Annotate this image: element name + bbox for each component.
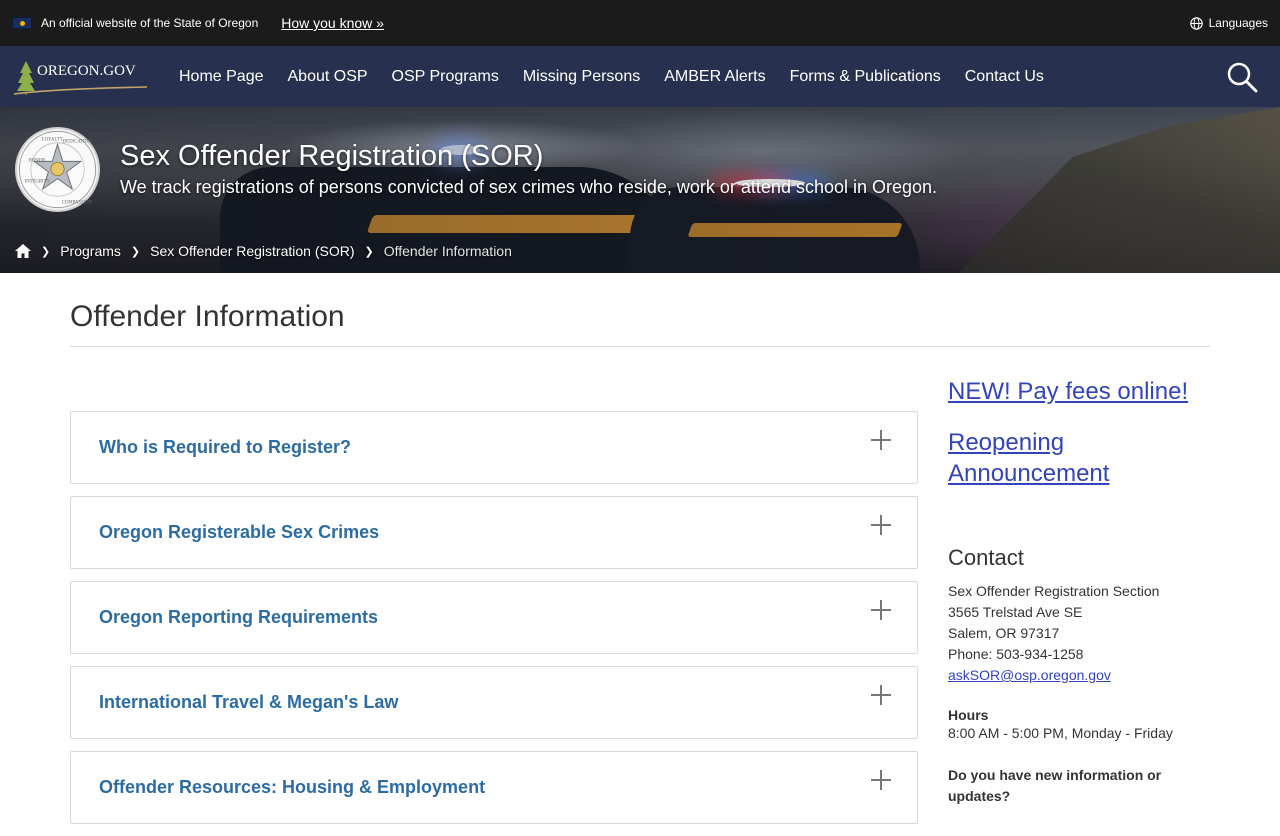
- svg-text:INTEGRITY: INTEGRITY: [25, 179, 51, 184]
- svg-text:HONOR: HONOR: [28, 158, 46, 163]
- hours-text: 8:00 AM - 5:00 PM, Monday - Friday: [948, 725, 1173, 741]
- accordion-item-reporting[interactable]: Oregon Reporting Requirements: [70, 581, 918, 654]
- updates-question: Do you have new information or updates?: [948, 767, 1162, 804]
- hero-banner: HONOR LOYALTY DEDICATION INTEGRITY COMPA…: [0, 107, 1280, 273]
- nav-amber-alerts[interactable]: AMBER Alerts: [652, 46, 777, 107]
- chevron-right-icon: ❯: [41, 245, 51, 258]
- how-you-know-link[interactable]: How you know »: [281, 15, 384, 31]
- breadcrumb-current: Offender Information: [383, 243, 512, 259]
- search-button[interactable]: [1224, 59, 1260, 95]
- breadcrumb-sor[interactable]: Sex Offender Registration (SOR): [150, 243, 354, 259]
- plus-icon: [871, 515, 891, 535]
- pay-fees-link[interactable]: NEW! Pay fees online!: [948, 376, 1210, 407]
- plus-icon: [871, 770, 891, 790]
- chevron-right-icon: ❯: [364, 245, 374, 258]
- nav-missing-persons[interactable]: Missing Persons: [511, 46, 652, 107]
- languages-button[interactable]: Languages: [1189, 16, 1268, 30]
- main-nav: OREGON.GOV Home Page About OSP OSP Progr…: [0, 46, 1280, 107]
- official-banner: An official website of the State of Oreg…: [0, 0, 1280, 46]
- hero-subtitle: We track registrations of persons convic…: [120, 177, 938, 197]
- chevron-right-icon: ❯: [130, 245, 141, 258]
- svg-text:OREGON.GOV: OREGON.GOV: [37, 63, 136, 79]
- tree-logo-icon: OREGON.GOV: [13, 60, 148, 95]
- svg-text:COMPASSION: COMPASSION: [62, 200, 93, 205]
- accordion-item-sex-crimes[interactable]: Oregon Registerable Sex Crimes: [70, 496, 918, 569]
- plus-icon: [871, 685, 891, 705]
- contact-line: Salem, OR 97317: [948, 625, 1060, 641]
- contact-phone: Phone: 503-934-1258: [948, 646, 1084, 662]
- oregon-gov-logo[interactable]: OREGON.GOV: [12, 57, 152, 97]
- accordion-item-resources[interactable]: Offender Resources: Housing & Employment: [70, 751, 918, 824]
- home-icon[interactable]: [15, 244, 31, 258]
- breadcrumb-programs[interactable]: Programs: [60, 243, 121, 259]
- contact-heading: Contact: [948, 545, 1024, 570]
- nav-menu: Home Page About OSP OSP Programs Missing…: [167, 46, 1056, 107]
- hero-title: Sex Offender Registration (SOR): [120, 140, 544, 172]
- nav-forms-publications[interactable]: Forms & Publications: [778, 46, 953, 107]
- official-text: An official website of the State of Oreg…: [41, 16, 259, 30]
- accordion-item-travel[interactable]: International Travel & Megan's Law: [70, 666, 918, 739]
- nav-osp-programs[interactable]: OSP Programs: [380, 46, 511, 107]
- accordion-label: International Travel & Megan's Law: [99, 692, 399, 712]
- contact-line: Sex Offender Registration Section: [948, 583, 1160, 599]
- contact-line: 3565 Trelstad Ave SE: [948, 604, 1083, 620]
- nav-about-osp[interactable]: About OSP: [276, 46, 380, 107]
- accordion-label: Offender Resources: Housing & Employment: [99, 777, 486, 797]
- accordion-label: Who is Required to Register?: [99, 437, 352, 457]
- reopening-link[interactable]: Reopening Announcement: [948, 427, 1210, 489]
- accordion-label: Oregon Registerable Sex Crimes: [99, 522, 380, 542]
- languages-label: Languages: [1208, 16, 1268, 30]
- contact-email-link[interactable]: askSOR@osp.oregon.gov: [948, 667, 1111, 683]
- globe-icon: [1189, 16, 1203, 30]
- nav-home-page[interactable]: Home Page: [167, 46, 276, 107]
- plus-icon: [871, 430, 891, 450]
- breadcrumb: ❯ Programs ❯ Sex Offender Registration (…: [15, 243, 512, 259]
- accordion: Who is Required to Register? Oregon Regi…: [70, 411, 918, 836]
- search-icon: [1227, 62, 1258, 92]
- svg-text:DEDICATION: DEDICATION: [63, 139, 92, 144]
- accordion-label: Oregon Reporting Requirements: [99, 607, 379, 627]
- accordion-item-who-register[interactable]: Who is Required to Register?: [70, 411, 918, 484]
- nav-contact-us[interactable]: Contact Us: [953, 46, 1056, 107]
- oregon-flag-icon: [12, 17, 32, 29]
- page-title: Offender Information: [70, 300, 345, 333]
- contact-address: Sex Offender Registration Section 3565 T…: [948, 581, 1210, 686]
- plus-icon: [871, 600, 891, 620]
- hours-heading: Hours: [948, 707, 989, 723]
- osp-seal[interactable]: HONOR LOYALTY DEDICATION INTEGRITY COMPA…: [15, 127, 100, 212]
- sidebar: NEW! Pay fees online! Reopening Announce…: [948, 376, 1210, 807]
- svg-text:LOYALTY: LOYALTY: [42, 137, 64, 142]
- title-divider: [70, 346, 1210, 347]
- osp-badge-icon: HONOR LOYALTY DEDICATION INTEGRITY COMPA…: [18, 130, 97, 209]
